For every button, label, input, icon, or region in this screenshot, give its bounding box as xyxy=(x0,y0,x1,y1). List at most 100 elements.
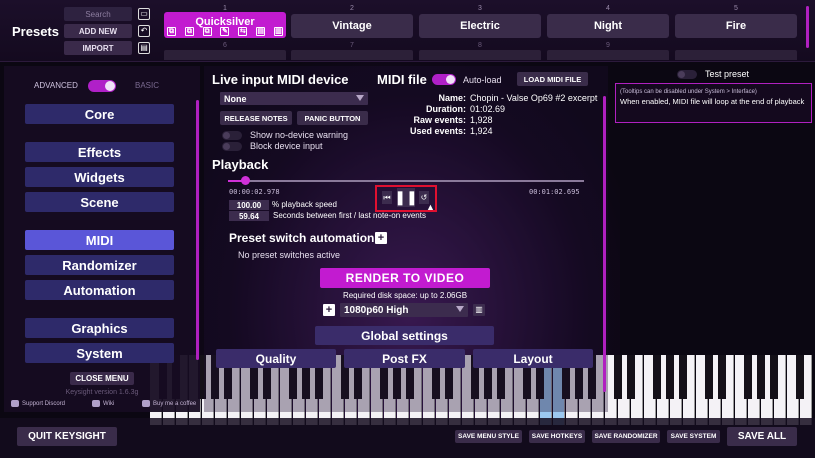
no-device-warning-label: Show no-device warning xyxy=(250,130,349,140)
preset-slot-8[interactable] xyxy=(419,50,541,60)
resolution-select[interactable]: 1080p60 High xyxy=(340,303,468,317)
piano-black-key xyxy=(666,355,674,399)
nav-automation[interactable]: Automation xyxy=(25,280,174,300)
add-new-button[interactable]: ADD NEW xyxy=(64,24,132,38)
undo-icon[interactable]: ↶ xyxy=(138,25,150,37)
discord-link-label: Support Discord xyxy=(22,400,66,407)
tab-layout[interactable]: Layout xyxy=(473,349,593,368)
midi-device-title: Live input MIDI device xyxy=(212,72,349,87)
total-time: 00:01:02.695 xyxy=(529,188,580,196)
copy-icon[interactable]: ⧉ xyxy=(167,27,176,36)
save-system-button[interactable]: SAVE SYSTEM xyxy=(667,430,720,443)
preset-slot-night[interactable]: Night xyxy=(547,14,669,38)
nav-midi[interactable]: MIDI xyxy=(25,230,174,250)
trash-icon[interactable]: ▥ xyxy=(473,304,485,316)
preset-search-input[interactable]: Search xyxy=(64,7,132,21)
import-button[interactable]: IMPORT xyxy=(64,41,132,55)
file-icon[interactable]: ▤ xyxy=(256,27,266,36)
render-to-video-button[interactable]: RENDER TO VIDEO xyxy=(320,268,490,288)
test-preset-toggle[interactable] xyxy=(677,70,697,79)
save-menu-style-button[interactable]: SAVE MENU STYLE xyxy=(455,430,522,443)
save-hotkeys-button[interactable]: SAVE HOTKEYS xyxy=(529,430,585,443)
duplicate-icon[interactable]: ⧉ xyxy=(202,27,212,36)
save-randomizer-button[interactable]: SAVE RANDOMIZER xyxy=(592,430,660,443)
note-gap-field[interactable]: 59.64 xyxy=(229,211,269,221)
paste-icon[interactable]: ⧉ xyxy=(184,27,194,36)
save-icon[interactable]: ▤ xyxy=(138,42,150,54)
auto-load-toggle[interactable] xyxy=(432,74,456,85)
piano-black-key xyxy=(757,355,765,399)
trash-icon[interactable]: ▥ xyxy=(273,27,283,36)
nav-scene[interactable]: Scene xyxy=(25,192,174,212)
close-menu-button[interactable]: CLOSE MENU xyxy=(70,372,134,385)
slot-number: 3 xyxy=(478,5,482,12)
used-events-key: Used events: xyxy=(409,126,466,136)
version-text: Keysight version 1.6.3g xyxy=(65,389,139,396)
wiki-link[interactable]: Wiki xyxy=(92,400,114,407)
tab-post-fx[interactable]: Post FX xyxy=(344,349,465,368)
auto-load-label: Auto-load xyxy=(463,75,502,85)
file-name-value: Chopin - Valse Op69 #2 excerpt xyxy=(470,93,598,103)
nav-graphics[interactable]: Graphics xyxy=(25,318,174,338)
load-midi-file-button[interactable]: LOAD MIDI FILE xyxy=(517,72,588,86)
block-input-label: Block device input xyxy=(250,141,323,151)
swap-icon[interactable]: ⇆ xyxy=(238,27,248,36)
settings-scrollbar[interactable] xyxy=(603,96,606,392)
global-settings-button[interactable]: Global settings xyxy=(315,326,494,345)
coffee-link[interactable]: Buy me a coffee xyxy=(142,400,196,407)
raw-events-value: 1,928 xyxy=(470,115,493,125)
folder-icon[interactable]: ▭ xyxy=(138,8,150,20)
release-notes-button[interactable]: RELEASE NOTES xyxy=(220,111,292,125)
discord-link[interactable]: Support Discord xyxy=(11,400,65,407)
preset-slot-7[interactable] xyxy=(291,50,413,60)
nav-randomizer[interactable]: Randomizer xyxy=(25,255,174,275)
preset-slot-quicksilver[interactable]: Quicksilver ⧉ ⧉ ⧉ ✎ ⇆ ▤ ▥ xyxy=(164,12,286,38)
presets-scrollbar[interactable] xyxy=(806,6,809,48)
quit-button[interactable]: QUIT KEYSIGHT xyxy=(17,427,117,446)
playback-title: Playback xyxy=(212,157,269,172)
tooltip-note: (Tooltips can be disabled under System >… xyxy=(620,89,757,95)
menu-mode-toggle[interactable] xyxy=(88,80,116,92)
slot-number: 5 xyxy=(734,5,738,12)
current-time: 00:00:02.978 xyxy=(229,188,280,196)
add-automation-icon[interactable]: + xyxy=(375,232,387,244)
preset-slot-6[interactable] xyxy=(164,50,286,60)
preset-slot-9[interactable] xyxy=(547,50,669,60)
playback-track[interactable] xyxy=(228,180,584,182)
preset-slot-fire[interactable]: Fire xyxy=(675,14,797,38)
add-render-profile-icon[interactable]: + xyxy=(323,304,335,316)
playback-seek-handle[interactable] xyxy=(240,176,250,185)
slot-number: 4 xyxy=(606,5,610,12)
no-device-warning-toggle[interactable] xyxy=(222,131,242,140)
menu-scrollbar[interactable] xyxy=(196,100,199,360)
preset-slot-electric[interactable]: Electric xyxy=(419,14,541,38)
disk-space-text: Required disk space: up to 2.06GB xyxy=(342,291,468,300)
skip-back-icon[interactable]: ⏮ xyxy=(382,191,392,204)
piano-black-key xyxy=(770,355,778,399)
preset-slot-10[interactable] xyxy=(675,50,797,60)
pause-icon[interactable]: ❚❚ xyxy=(394,188,418,207)
automation-status: No preset switches active xyxy=(238,250,341,260)
nav-core[interactable]: Core xyxy=(25,104,174,124)
piano-black-key xyxy=(614,355,622,399)
slot-number: 1 xyxy=(223,5,227,12)
midi-device-select[interactable]: None xyxy=(220,92,368,105)
block-input-toggle[interactable] xyxy=(222,142,242,151)
slot-number: 7 xyxy=(350,42,354,49)
edit-icon[interactable]: ✎ xyxy=(220,27,230,36)
playback-speed-field[interactable]: 100.00 xyxy=(229,200,269,210)
save-all-button[interactable]: SAVE ALL xyxy=(727,427,797,446)
panic-button[interactable]: PANIC BUTTON xyxy=(297,111,368,125)
tab-quality[interactable]: Quality xyxy=(216,349,336,368)
discord-icon xyxy=(11,400,19,407)
nav-system[interactable]: System xyxy=(25,343,174,363)
slot-number: 6 xyxy=(223,42,227,49)
file-name-key: Name: xyxy=(438,93,466,103)
coffee-icon xyxy=(142,400,150,407)
piano-black-key xyxy=(705,355,713,399)
slot-number: 2 xyxy=(350,5,354,12)
nav-effects[interactable]: Effects xyxy=(25,142,174,162)
automation-title: Preset switch automation xyxy=(229,231,375,245)
preset-slot-vintage[interactable]: Vintage xyxy=(291,14,413,38)
nav-widgets[interactable]: Widgets xyxy=(25,167,174,187)
